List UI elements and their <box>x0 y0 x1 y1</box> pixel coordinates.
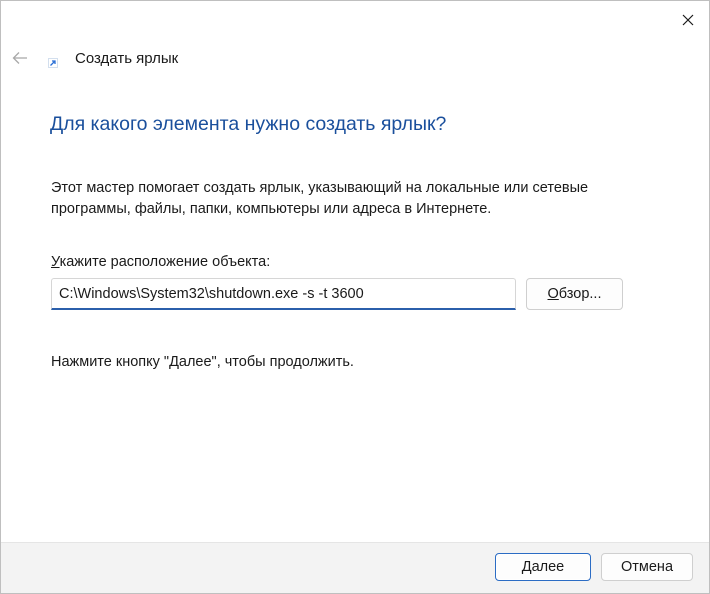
next-accelerator: Д <box>521 559 532 575</box>
wizard-description: Этот мастер помогает создать ярлык, указ… <box>51 180 589 217</box>
next-button[interactable]: Далее <box>495 553 591 581</box>
next-label: алее <box>531 559 565 575</box>
wizard-title: Создать ярлык <box>75 50 179 67</box>
continue-hint: Нажмите кнопку "Далее", чтобы продолжить… <box>51 354 354 370</box>
browse-label: бзор... <box>558 286 602 302</box>
location-input[interactable] <box>51 278 516 310</box>
location-label: Укажите расположение объекта: <box>51 254 270 270</box>
page-heading: Для какого элемента нужно создать ярлык? <box>50 113 447 135</box>
back-button <box>10 48 30 68</box>
close-button[interactable] <box>677 9 699 31</box>
location-label-text: кажите расположение объекта: <box>59 254 271 270</box>
arrow-left-icon <box>12 52 27 64</box>
browse-button[interactable]: Обзор... <box>526 278 623 310</box>
cancel-button[interactable]: Отмена <box>601 553 693 581</box>
create-shortcut-dialog: Создать ярлык Для какого элемента нужно … <box>0 0 710 594</box>
location-label-accelerator: У <box>51 254 60 270</box>
browse-accelerator: О <box>547 286 559 302</box>
cancel-label: Отмена <box>620 559 674 575</box>
close-icon <box>682 14 694 26</box>
shortcut-arrow-icon <box>48 58 58 68</box>
